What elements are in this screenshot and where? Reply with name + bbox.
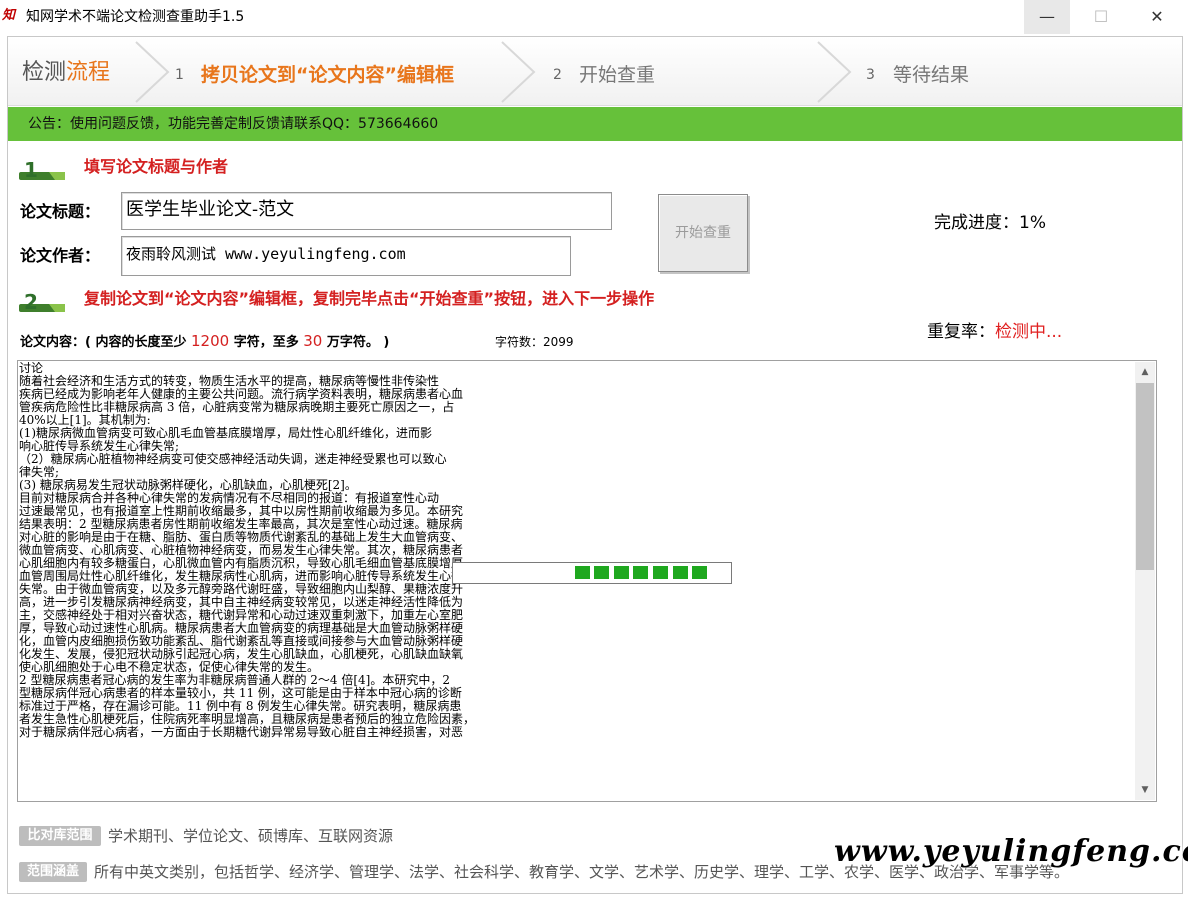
step1-label: 拷贝论文到“论文内容”编辑框 [201, 64, 454, 86]
step1-badge-icon: 1 [19, 158, 65, 182]
busy-progress-block [692, 566, 708, 579]
content-label: 论文内容：( 内容的长度至少 1200 字符，至多 30 万字符。 ) [20, 331, 389, 353]
minimize-button[interactable]: — [1024, 0, 1070, 34]
busy-progress-block [613, 566, 629, 579]
step-chevron-icon [817, 41, 852, 103]
flow-title: 检测流程 [22, 58, 110, 88]
content-max-length: 30 [303, 332, 323, 350]
flow-title-b: 流程 [66, 60, 111, 85]
app-logo-icon: 知 [2, 8, 16, 23]
step-chevron-icon [501, 41, 536, 103]
duplicate-rate-value: 检测中... [995, 322, 1063, 342]
section1-title: 填写论文标题与作者 [84, 157, 229, 176]
duplicate-rate: 重复率：检测中... [927, 320, 1062, 344]
flow-title-a: 检测 [22, 60, 67, 85]
section2-title: 复制论文到“论文内容”编辑框，复制完毕点击“开始查重”按钮，进入下一步操作 [84, 289, 655, 308]
window-title: 知网学术不端论文检测查重助手1.5 [26, 9, 245, 25]
title-input[interactable]: 医学生毕业论文-范文 [121, 192, 612, 230]
busy-progress-block [653, 566, 668, 579]
step1-badge-number: 1 [24, 158, 38, 182]
char-count: 字符数：2099 [495, 335, 574, 349]
busy-progress-block [633, 566, 649, 579]
duplicate-rate-label: 重复率： [927, 322, 995, 342]
scroll-thumb[interactable] [1136, 383, 1154, 570]
busy-progress-block [672, 566, 688, 579]
content-label-suffix: 万字符。 ) [322, 335, 390, 350]
watermark: www.yeyulingfeng.com [834, 834, 1188, 869]
content-min-length: 1200 [191, 332, 230, 350]
scroll-up-icon[interactable]: ▲ [1135, 364, 1155, 380]
content-label-prefix: 论文内容：( 内容的长度至少 [20, 335, 191, 350]
progress-label: 完成进度：1% [934, 213, 1046, 233]
compare-scope-text: 学术期刊、学位论文、硕博库、互联网资源 [108, 827, 394, 845]
step2-number: 2 [553, 67, 562, 83]
busy-progress-block [594, 566, 610, 579]
author-input[interactable]: 夜雨聆风测试 www.yeyulingfeng.com [121, 236, 571, 276]
close-button[interactable]: ✕ [1134, 0, 1180, 34]
step1-number: 1 [175, 67, 184, 83]
busy-progress-bar [452, 562, 732, 584]
compare-scope-tag: 比对库范围 [19, 826, 101, 846]
step3-label: 等待结果 [893, 64, 970, 86]
author-label: 论文作者： [20, 246, 101, 265]
title-label: 论文标题： [20, 202, 101, 221]
step3-number: 3 [866, 67, 875, 83]
step-chevron-icon [135, 41, 170, 103]
maximize-button[interactable]: ☐ [1078, 0, 1124, 34]
content-label-mid: 字符，至多 [229, 335, 304, 350]
busy-progress-block [574, 566, 590, 579]
step2-badge-icon: 2 [19, 290, 65, 314]
scroll-down-icon[interactable]: ▼ [1135, 782, 1155, 798]
step2-badge-number: 2 [24, 290, 38, 314]
coverage-tag: 范围涵盖 [19, 862, 87, 882]
start-check-button[interactable]: 开始查重 [658, 194, 748, 272]
step2-label: 开始查重 [579, 64, 656, 86]
notice-text: 公告：使用问题反馈，功能完善定制反馈请联系QQ：573664660 [28, 116, 439, 132]
